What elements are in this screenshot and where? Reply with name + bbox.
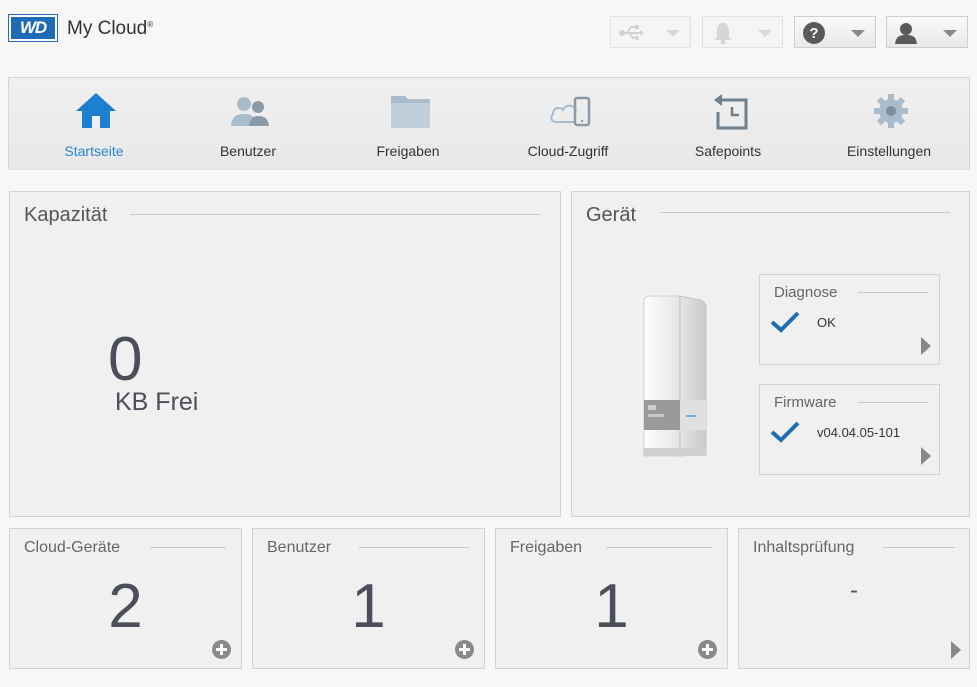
nav-item-benutzer[interactable]: Benutzer (168, 78, 328, 170)
stat-title: Benutzer (267, 539, 342, 557)
folder-icon (391, 96, 430, 128)
users-card[interactable]: Benutzer 1 (252, 528, 485, 669)
user-icon (895, 23, 917, 44)
check-icon (770, 311, 800, 333)
stat-value: - (850, 577, 858, 604)
diagnose-status: OK (817, 315, 836, 330)
add-share-icon[interactable] (698, 640, 717, 659)
nav-label: Cloud-Zugriff (527, 143, 609, 159)
chevron-down-icon (943, 30, 957, 37)
bell-icon (714, 23, 732, 45)
usb-menu-button[interactable] (610, 16, 691, 48)
nav-label: Einstellungen (846, 143, 932, 159)
nav-item-safepoints[interactable]: Safepoints (648, 78, 808, 170)
header: WD My Cloud® ? (0, 0, 977, 64)
nav-label: Benutzer (219, 143, 277, 159)
diagnose-title: Diagnose (774, 284, 838, 301)
nav-item-cloud-zugriff[interactable]: Cloud-Zugriff (488, 78, 648, 170)
add-cloud-device-icon[interactable] (212, 640, 231, 659)
wd-logo: WD (9, 15, 57, 41)
svg-text:?: ? (809, 25, 818, 42)
card-divider (883, 547, 955, 548)
chevron-right-icon[interactable] (951, 641, 961, 659)
chevron-right-icon[interactable] (921, 337, 931, 355)
chevron-down-icon (666, 30, 680, 37)
panel-divider (130, 214, 540, 215)
add-user-icon[interactable] (455, 640, 474, 659)
gear-icon (874, 94, 908, 128)
stat-value: 1 (594, 572, 629, 641)
nav-label: Freigaben (376, 143, 440, 159)
nav-item-freigaben[interactable]: Freigaben (328, 78, 488, 170)
stat-title: Freigaben (510, 539, 593, 557)
registered-mark: ® (147, 20, 154, 29)
help-menu-button[interactable]: ? (794, 16, 876, 48)
nav-label: Safepoints (694, 143, 762, 159)
capacity-value: 0 (108, 325, 143, 394)
users-icon (231, 97, 269, 126)
capacity-unit: KB Frei (115, 388, 199, 416)
nav-item-startseite[interactable]: Startseite (14, 78, 174, 170)
cloud-device-icon (550, 96, 591, 127)
capacity-title: Kapazität (24, 204, 122, 227)
stat-value: 1 (351, 572, 386, 641)
safepoint-icon (714, 94, 748, 130)
user-menu-button[interactable] (886, 16, 968, 48)
home-icon (76, 93, 116, 128)
card-divider (606, 547, 712, 548)
cloud-devices-card[interactable]: Cloud-Geräte 2 (9, 528, 242, 669)
shares-card[interactable]: Freigaben 1 (495, 528, 728, 669)
firmware-card[interactable]: Firmware v04.04.05-101 (759, 384, 940, 475)
card-divider (359, 547, 469, 548)
usb-icon (619, 25, 644, 40)
chevron-right-icon[interactable] (921, 447, 931, 465)
device-panel: Gerät Diagnose OK Firmware v04.04.05-101 (571, 191, 970, 517)
nav-divider (8, 169, 970, 170)
capacity-panel: Kapazität 0 KB Frei (9, 191, 561, 517)
card-divider (858, 402, 928, 403)
card-divider (858, 292, 928, 293)
firmware-version: v04.04.05-101 (817, 425, 901, 440)
app-title-text: My Cloud (67, 18, 148, 39)
nav-label: Startseite (64, 143, 124, 159)
stat-title: Cloud-Geräte (24, 539, 131, 557)
device-title: Gerät (586, 204, 651, 227)
main-nav: Startseite Benutzer Freigaben Cloud-Zugr… (8, 77, 970, 169)
chevron-down-icon (851, 30, 865, 37)
stat-title: Inhaltsprüfung (753, 539, 865, 557)
chevron-down-icon (758, 30, 772, 37)
nav-item-einstellungen[interactable]: Einstellungen (809, 78, 969, 170)
panel-divider (660, 212, 950, 213)
firmware-title: Firmware (774, 394, 837, 411)
check-icon (770, 421, 800, 443)
card-divider (150, 547, 226, 548)
diagnose-card[interactable]: Diagnose OK (759, 274, 940, 365)
app-title: My Cloud® (67, 18, 153, 40)
alerts-menu-button[interactable] (702, 16, 783, 48)
stat-value: 2 (108, 572, 143, 641)
help-icon: ? (803, 22, 825, 44)
nas-device-image (643, 295, 707, 457)
content-scan-card[interactable]: Inhaltsprüfung - (738, 528, 970, 669)
